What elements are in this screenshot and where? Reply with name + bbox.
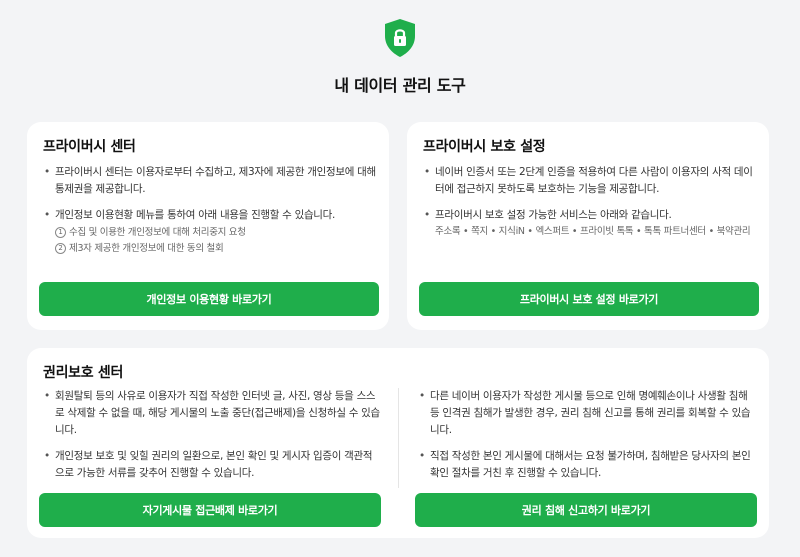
circled-number-1: 1 [55,227,66,238]
rights-center-card: 권리보호 센터 회원탈퇴 등의 사유로 이용자가 직접 작성한 인터넷 글, 사… [27,348,769,538]
list-item: 프라이버시 보호 설정 가능한 서비스는 아래와 같습니다. 주소록 • 쪽지 … [421,207,759,239]
list-item: 프라이버시 센터는 이용자로부터 수집하고, 제3자에 제공한 개인정보에 대해… [41,164,379,198]
rights-center-title: 권리보호 센터 [43,365,124,381]
privacy-center-title: 프라이버시 센터 [43,139,136,155]
list-item: 네이버 인증서 또는 2단계 인증을 적용하여 다른 사람이 이용자의 사적 데… [421,164,759,198]
page-title: 내 데이터 관리 도구 [334,76,466,95]
column-divider [398,388,399,488]
circled-number-2: 2 [55,243,66,254]
list-item: 다른 네이버 이용자가 작성한 게시물 등으로 인해 명예훼손이나 사생활 침해… [416,388,756,439]
list-item-text: 개인정보 이용현황 메뉴를 통하여 아래 내용을 진행할 수 있습니다. [55,209,336,221]
sub-item-text: 제3자 제공한 개인정보에 대한 동의 철회 [69,243,224,254]
self-post-exclusion-button[interactable]: 자기게시물 접근배제 바로가기 [39,493,381,527]
privacy-usage-button[interactable]: 개인정보 이용현황 바로가기 [39,282,379,316]
list-item: 회원탈퇴 등의 사유로 이용자가 직접 작성한 인터넷 글, 사진, 영상 등을… [41,388,381,439]
list-item-text: 프라이버시 보호 설정 가능한 서비스는 아래와 같습니다. [435,209,672,221]
sub-item: 2 제3자 제공한 개인정보에 대한 동의 철회 [55,241,379,256]
privacy-settings-list: 네이버 인증서 또는 2단계 인증을 적용하여 다른 사람이 이용자의 사적 데… [421,164,759,239]
list-item: 직접 작성한 본인 게시물에 대해서는 요청 불가하며, 침해받은 당사자의 본… [416,448,756,482]
rights-right-list: 다른 네이버 이용자가 작성한 게시물 등으로 인해 명예훼손이나 사생활 침해… [416,388,756,491]
service-list: 주소록 • 쪽지 • 지식iN • 엑스퍼트 • 프라이빗 톡톡 • 톡톡 파트… [435,226,751,237]
sub-item-text: 수집 및 이용한 개인정보에 대해 처리중지 요청 [69,227,246,238]
list-item: 개인정보 보호 및 잊힐 권리의 일환으로, 본인 확인 및 게시자 입증이 객… [41,448,381,482]
rights-infringement-report-button[interactable]: 권리 침해 신고하기 바로가기 [415,493,757,527]
page-header: 내 데이터 관리 도구 [0,18,800,96]
privacy-settings-button[interactable]: 프라이버시 보호 설정 바로가기 [419,282,759,316]
rights-left-list: 회원탈퇴 등의 사유로 이용자가 직접 작성한 인터넷 글, 사진, 영상 등을… [41,388,381,491]
sub-item: 1 수집 및 이용한 개인정보에 대해 처리중지 요청 [55,225,379,240]
privacy-settings-card: 프라이버시 보호 설정 네이버 인증서 또는 2단계 인증을 적용하여 다른 사… [407,122,769,330]
privacy-center-list: 프라이버시 센터는 이용자로부터 수집하고, 제3자에 제공한 개인정보에 대해… [41,164,379,256]
shield-lock-icon [385,19,415,57]
privacy-center-card: 프라이버시 센터 프라이버시 센터는 이용자로부터 수집하고, 제3자에 제공한… [27,122,389,330]
list-item: 개인정보 이용현황 메뉴를 통하여 아래 내용을 진행할 수 있습니다. 1수집… [41,207,379,256]
privacy-settings-title: 프라이버시 보호 설정 [423,139,546,155]
